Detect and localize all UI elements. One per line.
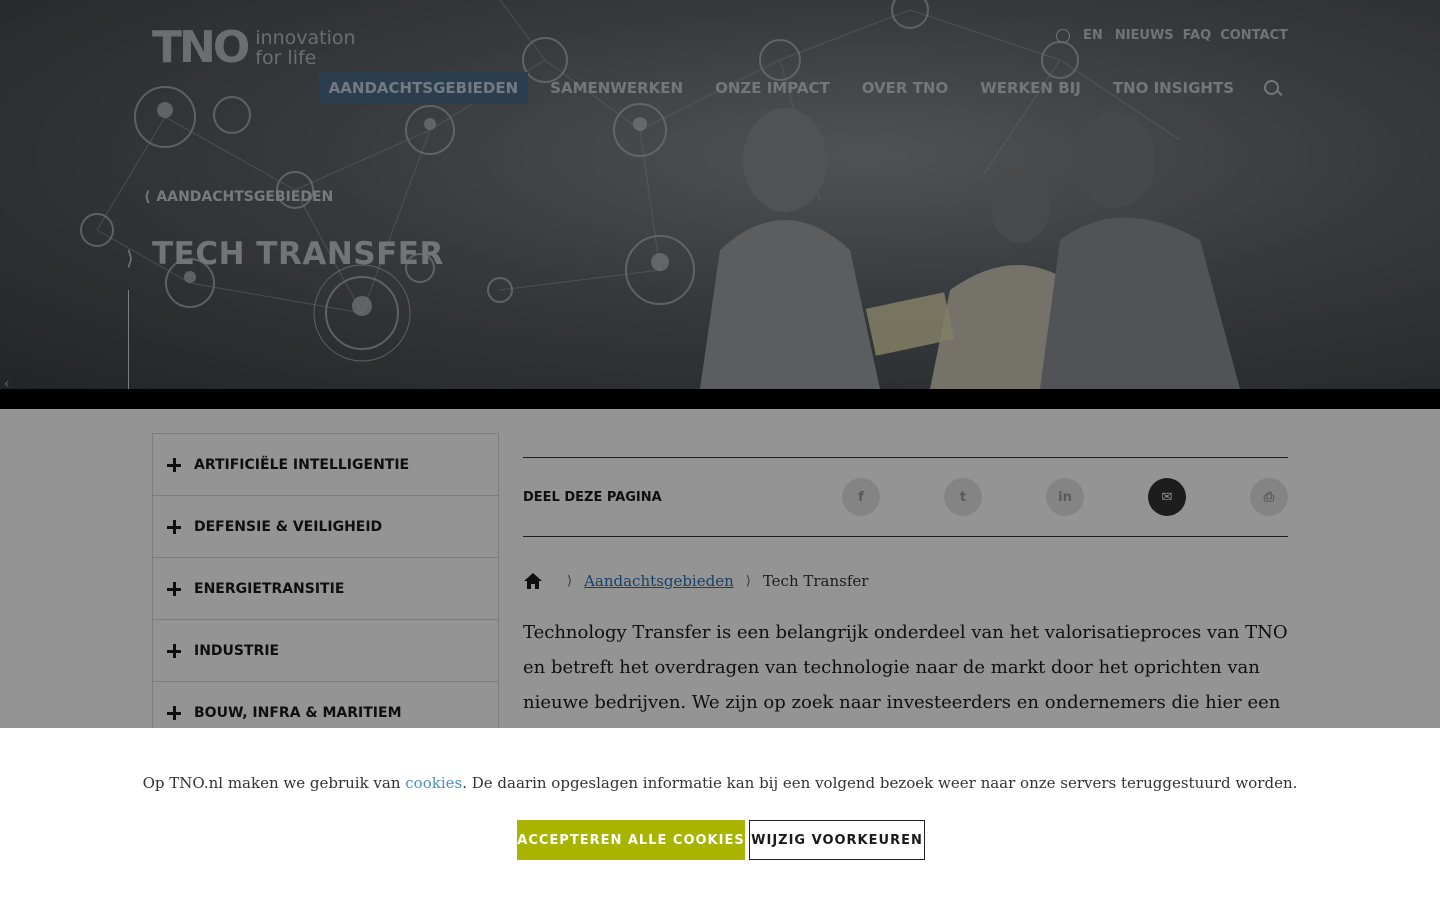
cookie-link[interactable]: cookies xyxy=(405,774,462,792)
accept-cookies-button[interactable]: ACCEPTEREN ALLE COOKIES xyxy=(517,820,745,860)
cookie-text-after: . De daarin opgeslagen informatie kan bi… xyxy=(462,774,1298,792)
change-preferences-button[interactable]: WIJZIG VOORKEUREN xyxy=(749,820,925,860)
cookie-bar: Op TNO.nl maken we gebruik van cookies. … xyxy=(0,728,1440,900)
cookie-message: Op TNO.nl maken we gebruik van cookies. … xyxy=(0,774,1440,792)
cookie-text-before: Op TNO.nl maken we gebruik van xyxy=(142,774,406,792)
cookie-buttons: ACCEPTEREN ALLE COOKIES WIJZIG VOORKEURE… xyxy=(517,820,925,860)
modal-overlay xyxy=(0,0,1440,728)
